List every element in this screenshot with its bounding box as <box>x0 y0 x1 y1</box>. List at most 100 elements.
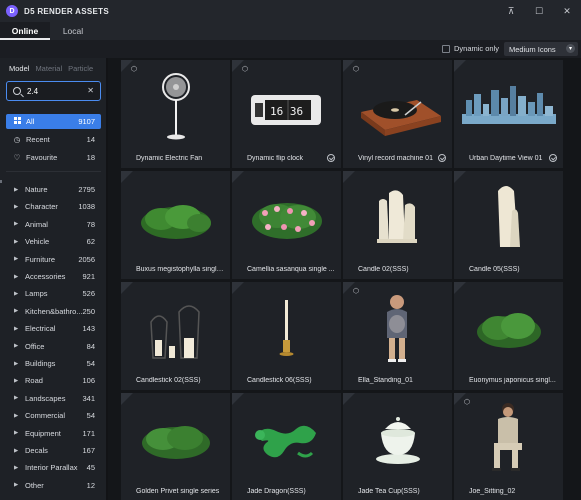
category-label: Animal <box>25 219 48 229</box>
sidebar-item-category[interactable]: ▶ Vehicle 62 <box>0 233 106 250</box>
asset-tile[interactable]: Euonymus japonicus singl... <box>454 282 563 390</box>
view-size-select[interactable]: Medium Icons ▾ <box>504 42 578 56</box>
asset-tile[interactable]: Candle 02(SSS) <box>343 171 452 279</box>
sidebar-item-all[interactable]: All 9107 <box>6 114 101 129</box>
caret-right-icon: ▶ <box>14 273 19 280</box>
caret-right-icon: ▶ <box>14 447 19 454</box>
caret-right-icon: ▶ <box>14 238 19 245</box>
caret-right-icon: ▶ <box>14 482 19 489</box>
sidebar-item-category[interactable]: ▶ Other 12 <box>0 477 106 494</box>
close-icon[interactable]: ✕ <box>553 0 581 22</box>
tab-local[interactable]: Local <box>50 22 96 40</box>
check-circle-icon <box>549 154 557 162</box>
tab-online[interactable]: Online <box>0 22 50 40</box>
sidebar-item-count: 14 <box>86 135 95 144</box>
sidebar-item-category[interactable]: ▶ Office 84 <box>0 338 106 355</box>
asset-tile[interactable]: ⬡ Ella_Standing_01 <box>343 282 452 390</box>
sidebar-item-count: 18 <box>86 153 95 162</box>
category-count: 1038 <box>78 202 95 212</box>
asset-thumbnail <box>477 313 541 348</box>
asset-tile[interactable]: ⬡ Joe_Sitting_02 <box>454 393 563 500</box>
asset-tile[interactable]: Jade Dragon(SSS) <box>232 393 341 500</box>
caret-right-icon: ▶ <box>14 360 19 367</box>
sidebar-item-label: Favourite <box>26 153 58 162</box>
sidebar-item-category[interactable]: ▶ Landscapes 341 <box>0 390 106 407</box>
sidebar-item-category[interactable]: ▶ Road 106 <box>0 372 106 389</box>
asset-tile[interactable]: ⬡ Vinyl record machine 01 <box>343 60 452 168</box>
sidebar-item-category[interactable]: ▶ Equipment 171 <box>0 425 106 442</box>
sidebar-item-category[interactable]: ▶ Kitchen&bathro... 250 <box>0 303 106 320</box>
main-tabs: Online Local <box>0 22 581 40</box>
asset-thumbnail <box>141 205 211 239</box>
category-label: Nature <box>25 185 48 194</box>
sidebar-item-category[interactable]: ▶ Animal 78 <box>0 216 106 233</box>
category-label: Lamps <box>25 289 48 299</box>
sidebar-item-category[interactable]: ▶ Lamps 526 <box>0 285 106 302</box>
sidebar-item-category[interactable]: ▶ Commercial 54 <box>0 407 106 424</box>
divider <box>6 171 101 172</box>
asset-tile[interactable]: Jade Tea Cup(SSS) <box>343 393 452 500</box>
asset-name: Joe_Sitting_02 <box>469 488 516 495</box>
category-label: Kitchen&bathro... <box>25 306 83 316</box>
caret-right-icon: ▶ <box>14 186 19 193</box>
asset-thumbnail <box>387 295 407 362</box>
clear-icon[interactable]: ✕ <box>87 86 94 95</box>
tab-material[interactable]: Material <box>35 64 62 73</box>
asset-thumbnail: 16 36 <box>251 95 321 125</box>
caret-right-icon: ▶ <box>14 203 19 210</box>
sidebar-item-recent[interactable]: ◷ Recent 14 <box>6 132 101 147</box>
sidebar-item-category[interactable]: ▶ Electrical 143 <box>0 320 106 337</box>
asset-thumbnail <box>150 305 200 359</box>
check-circle-icon <box>438 154 446 162</box>
asset-tile[interactable]: Urban Daytime View 01 <box>454 60 563 168</box>
sidebar-item-category[interactable]: ▶ Interior Parallax 45 <box>0 459 106 476</box>
category-label: Decals <box>25 446 48 455</box>
sidebar-item-label: All <box>26 117 35 126</box>
category-label: Equipment <box>25 428 61 438</box>
category-count: 250 <box>82 306 95 316</box>
category-label: Electrical <box>25 324 56 334</box>
asset-thumbnail <box>279 300 294 356</box>
chevron-down-icon: ▾ <box>566 44 575 53</box>
pin-icon[interactable]: ⊼ <box>497 0 525 22</box>
asset-thumbnail <box>162 73 190 140</box>
search-icon <box>13 87 21 95</box>
asset-tile[interactable]: Candlestick 06(SSS) <box>232 282 341 390</box>
asset-name: Vinyl record machine 01 <box>358 155 433 162</box>
sidebar-item-favourite[interactable]: ♡ Favourite 18 <box>6 150 101 165</box>
category-count: 84 <box>86 341 95 351</box>
asset-tile[interactable]: ⬡ Dynamic Electric Fan <box>121 60 230 168</box>
asset-tile[interactable]: Golden Privet single series <box>121 393 230 500</box>
category-count: 341 <box>82 393 95 403</box>
category-label: Buildings <box>25 359 56 368</box>
asset-name: Ella_Standing_01 <box>358 377 413 384</box>
asset-name: Dynamic flip clock <box>247 155 304 162</box>
asset-tile[interactable]: ⬡ 16 36 Dynamic flip clock <box>232 60 341 168</box>
asset-name: Urban Daytime View 01 <box>469 155 543 162</box>
sidebar-item-category[interactable]: ▶ Character 1038 <box>0 198 106 215</box>
sidebar-item-category[interactable]: ▶ Furniture 2056 <box>0 251 106 268</box>
search-input[interactable]: 2.4 ✕ <box>6 81 101 101</box>
sidebar-item-category[interactable]: ▶ Nature 2795 <box>0 181 106 198</box>
tab-model[interactable]: Model <box>9 64 29 73</box>
asset-tile[interactable]: Candle 05(SSS) <box>454 171 563 279</box>
asset-tile[interactable]: Camellia sasanqua single ... <box>232 171 341 279</box>
maximize-icon[interactable]: ☐ <box>525 0 553 22</box>
asset-tile[interactable]: Buxus megistophylla single... <box>121 171 230 279</box>
sidebar-item-category[interactable]: ▶ Decals 167 <box>0 442 106 459</box>
category-label: Other <box>25 480 44 490</box>
category-count: 106 <box>82 376 95 386</box>
category-count: 167 <box>82 446 95 455</box>
sidebar-item-category[interactable]: ▶ Buildings 54 <box>0 355 106 372</box>
category-label: Furniture <box>25 254 56 264</box>
category-count: 62 <box>86 237 95 247</box>
sidebar-item-category[interactable]: ▶ Accessories 921 <box>0 268 106 285</box>
caret-right-icon: ▶ <box>14 325 19 332</box>
clock-digits: 16 36 <box>270 105 303 118</box>
category-count: 526 <box>82 289 95 299</box>
asset-name: Jade Dragon(SSS) <box>247 488 306 495</box>
caret-right-icon: ▶ <box>14 377 19 384</box>
tab-particle[interactable]: Particle <box>68 64 93 73</box>
dynamic-only-checkbox[interactable] <box>442 45 450 53</box>
asset-tile[interactable]: Candlestick 02(SSS) <box>121 282 230 390</box>
